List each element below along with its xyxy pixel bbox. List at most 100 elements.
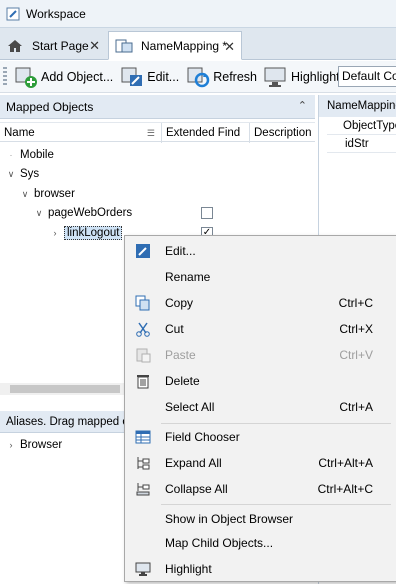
column-header-extended-find[interactable]: Extended Find [162,123,250,143]
menu-item-paste[interactable]: Paste Ctrl+V [127,342,395,368]
menu-item-label: Collapse All [165,482,228,496]
menu-item-label: Highlight [165,562,212,576]
chevron-right-icon[interactable]: › [6,440,16,450]
menu-item-collapse-all[interactable]: Collapse All Ctrl+Alt+C [127,476,395,502]
refresh-label: Refresh [213,69,258,84]
tree-item-browser[interactable]: ∨ browser [20,184,75,204]
menu-item-field-chooser[interactable]: Field Chooser [127,424,395,450]
add-object-icon [15,67,37,88]
alias-item-browser[interactable]: › Browser [6,435,63,455]
project-combo[interactable]: Default Co [338,66,396,87]
menu-item-label: Expand All [165,456,222,470]
chevron-down-icon[interactable]: ∨ [6,169,16,180]
tab-strip: Start Page ✕ NameMapping * ✕ [0,28,396,60]
column-headers: Name ☰ Extended Find Description [0,122,315,143]
chevron-right-icon[interactable]: › [50,228,60,238]
tree-item-label: Sys [20,168,40,180]
menu-item-delete[interactable]: Delete [127,368,395,394]
menu-item-edit[interactable]: Edit... [127,238,395,264]
highlight-icon [264,67,286,87]
chevron-down-icon[interactable]: ∨ [34,208,44,219]
tree-item-linklogout[interactable]: › linkLogout [50,223,123,243]
trash-icon [137,375,149,389]
menu-item-show-in-object-browser[interactable]: Show in Object Browser [127,506,395,532]
menu-item-map-child-objects[interactable]: Map Child Objects... [127,530,395,556]
menu-item-label: Field Chooser [165,430,240,444]
menu-item-expand-all[interactable]: Expand All Ctrl+Alt+A [127,450,395,476]
tree-item-label: browser [34,188,75,200]
property-row-objecttype[interactable]: ObjectType [327,117,396,135]
menu-item-select-all[interactable]: Select All Ctrl+A [127,394,395,420]
column-header-name[interactable]: Name ☰ [0,123,162,143]
add-object-label: Add Object... [41,69,114,84]
highlight-icon [135,562,151,576]
tree-item-label: Mobile [20,149,54,161]
paste-icon [136,348,151,363]
tree-item-pagewebOrders[interactable]: ∨ pageWebOrders [34,203,132,223]
edit-label: Edit... [147,69,180,84]
home-icon [8,39,22,52]
tree-item-label: Browser [20,439,63,451]
menu-item-cut[interactable]: Cut Ctrl+X [127,316,395,342]
close-icon[interactable]: ✕ [89,38,100,54]
menu-item-label: Copy [165,296,194,310]
scissors-icon [136,322,150,337]
column-header-label: Description [254,127,312,139]
mapped-objects-header: Mapped Objects ⌃ [0,95,315,119]
menu-item-shortcut: Ctrl+C [338,296,373,310]
menu-item-label: Edit... [165,244,196,258]
scrollbar-thumb[interactable] [10,385,120,393]
tree-item-label: linkLogout [64,226,123,240]
column-header-label: Name [4,127,35,139]
tab-label: NameMapping * [141,38,228,53]
namemapping-icon [115,39,133,52]
column-header-label: Extended Find [166,127,241,139]
menu-item-label: Select All [165,400,215,414]
menu-item-shortcut: Ctrl+Alt+C [317,482,373,496]
menu-separator [161,504,391,505]
property-row-idstr[interactable]: idStr [327,135,396,153]
menu-item-rename[interactable]: Rename [127,264,395,290]
tree-item-mobile[interactable]: · Mobile [6,145,54,165]
field-chooser-icon [135,430,151,444]
menu-item-copy[interactable]: Copy Ctrl+C [127,290,395,316]
menu-item-label: Show in Object Browser [165,512,294,526]
copy-icon [135,295,150,311]
sort-icon: ☰ [146,127,155,138]
collapse-all-icon [136,483,150,496]
aliases-title: Aliases. Drag mapped obj [6,415,138,428]
highlight-button[interactable]: Highlight [263,64,340,90]
highlight-label: Highlight [291,69,340,84]
add-object-button[interactable]: Add Object... [13,64,113,90]
expand-all-icon [137,457,150,470]
column-header-description[interactable]: Description [250,123,315,143]
refresh-button[interactable]: Refresh [185,64,257,90]
properties-header: NameMappinc [319,95,396,117]
tree-item-label: pageWebOrders [48,207,133,219]
close-icon[interactable]: ✕ [224,39,235,55]
refresh-icon [187,67,210,87]
menu-item-highlight[interactable]: Highlight [127,556,395,582]
extended-find-checkbox[interactable] [201,207,213,219]
menu-item-shortcut: Ctrl+A [339,400,373,414]
menu-item-label: Cut [165,322,184,336]
edit-icon [136,244,150,258]
menu-item-shortcut: Ctrl+X [339,322,373,336]
tree-leaf-dot: · [9,150,13,160]
tab-namemapping[interactable]: NameMapping * ✕ [108,31,242,60]
workspace-title-bar: Workspace [0,0,396,28]
tab-start-page[interactable]: Start Page ✕ [0,31,106,60]
menu-item-shortcut: Ctrl+V [339,348,373,362]
menu-item-label: Delete [165,374,200,388]
tree-item-sys[interactable]: ∨ Sys [6,164,39,184]
chevron-down-icon[interactable]: ∨ [20,189,30,200]
collapse-panel-icon[interactable]: ⌃ [298,99,307,112]
mapped-objects-title: Mapped Objects [6,99,94,114]
tab-label: Start Page [32,38,89,53]
toolbar-grip[interactable] [3,66,7,87]
menu-item-label: Map Child Objects... [165,536,274,550]
edit-button[interactable]: Edit... [119,64,179,90]
menu-item-shortcut: Ctrl+Alt+A [318,456,373,470]
menu-item-label: Rename [165,270,211,284]
context-menu: Edit... Rename Copy Ctrl+C Cut Ctrl+X Pa… [124,235,396,582]
